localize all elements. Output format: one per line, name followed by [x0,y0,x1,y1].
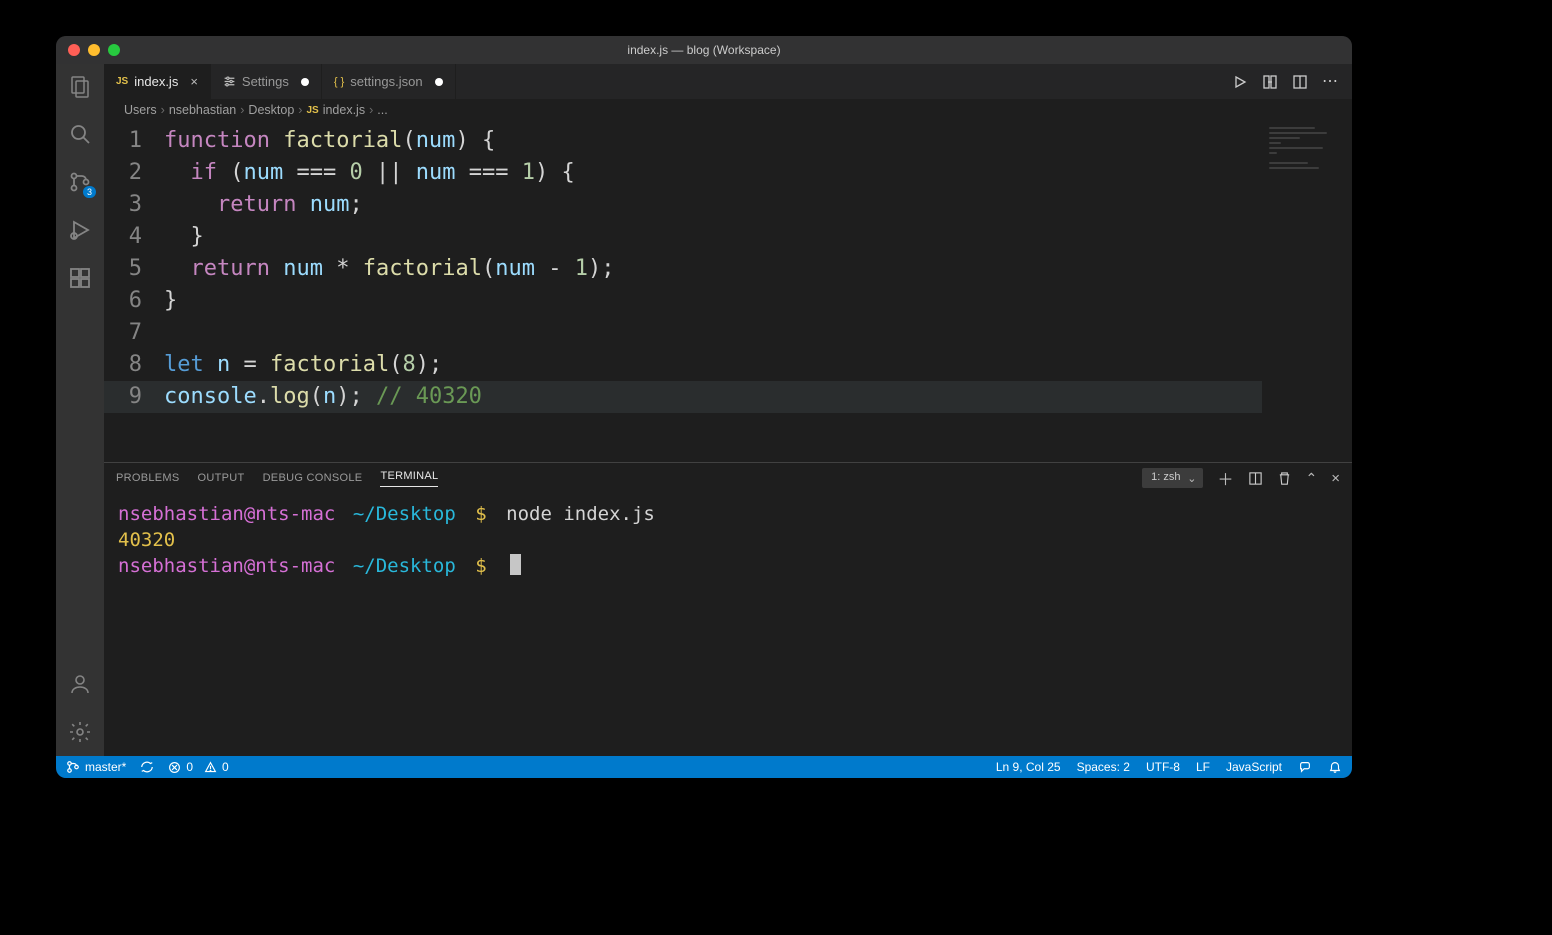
code-line[interactable]: 3 return num; [104,189,1262,221]
code-line[interactable]: 9console.log(n); // 40320 [104,381,1262,413]
split-compare-icon[interactable] [1262,74,1278,90]
scm-badge: 3 [83,186,96,198]
tabs-row: JS index.js × Settings { } settings.json [104,64,1352,99]
status-sync[interactable] [140,760,154,774]
breadcrumb[interactable]: Users › nsebhastian › Desktop › JS index… [104,99,1352,121]
code-line[interactable]: 8let n = factorial(8); [104,349,1262,381]
new-terminal-icon[interactable]: ＋ [1217,466,1233,490]
explorer-icon[interactable] [66,72,94,100]
tab-label: Settings [242,74,289,89]
activity-bar: 3 [56,64,104,756]
tab-dirty-dot [301,78,309,86]
bottom-panel: PROBLEMS OUTPUT DEBUG CONSOLE TERMINAL 1… [104,462,1352,756]
code-line[interactable]: 1function factorial(num) { [104,125,1262,157]
terminal-cursor [510,554,521,575]
tab-label: settings.json [350,74,422,89]
line-number: 6 [104,285,164,317]
line-number: 5 [104,253,164,285]
tab-dirty-dot [435,78,443,86]
status-language[interactable]: JavaScript [1226,760,1282,774]
terminal-selector-label: 1: zsh [1151,471,1180,483]
status-bell-icon[interactable] [1328,760,1342,774]
panel-tabs: PROBLEMS OUTPUT DEBUG CONSOLE TERMINAL 1… [104,463,1352,493]
code-line[interactable]: 4 } [104,221,1262,253]
vscode-window: index.js — blog (Workspace) 3 [56,36,1352,778]
terminal-output: 40320 [118,527,1338,553]
editor[interactable]: 1function factorial(num) {2 if (num === … [104,121,1352,462]
breadcrumb-segment[interactable]: Users [124,103,157,117]
line-number: 7 [104,317,164,349]
run-debug-icon[interactable] [66,216,94,244]
title-bar: index.js — blog (Workspace) [56,36,1352,64]
tab-settings[interactable]: Settings [211,64,322,99]
more-actions-icon[interactable]: ⋯ [1322,76,1338,88]
line-number: 8 [104,349,164,381]
breadcrumb-tail[interactable]: ... [377,103,387,117]
status-feedback-icon[interactable] [1298,760,1312,774]
terminal-line: nsebhastian@nts-mac ~/Desktop $ node ind… [118,501,1338,527]
status-indentation[interactable]: Spaces: 2 [1077,760,1130,774]
breadcrumb-file[interactable]: index.js [323,103,365,117]
terminal-line: nsebhastian@nts-mac ~/Desktop $ [118,553,1338,579]
status-cursor-pos[interactable]: Ln 9, Col 25 [996,760,1061,774]
line-number: 9 [104,381,164,413]
panel-tab-problems[interactable]: PROBLEMS [116,472,180,484]
json-file-icon: { } [334,76,344,88]
code-line[interactable]: 7 [104,317,1262,349]
terminal-body[interactable]: nsebhastian@nts-mac ~/Desktop $ node ind… [104,493,1352,756]
editor-group: JS index.js × Settings { } settings.json [104,64,1352,756]
js-file-icon: JS [306,105,318,116]
chevron-right-icon: › [161,103,165,117]
line-number: 1 [104,125,164,157]
tab-settings-json[interactable]: { } settings.json [322,64,456,99]
status-encoding[interactable]: UTF-8 [1146,760,1180,774]
close-panel-icon[interactable]: × [1331,470,1340,487]
accounts-icon[interactable] [66,670,94,698]
status-eol[interactable]: LF [1196,760,1210,774]
breadcrumb-segment[interactable]: nsebhastian [169,103,236,117]
status-branch[interactable]: master* [66,760,126,774]
status-bar: master* 0 0 Ln 9, Col 25 Spaces: 2 UTF-8… [56,756,1352,778]
maximize-window-button[interactable] [108,44,120,56]
panel-tab-terminal[interactable]: TERMINAL [380,470,438,487]
split-terminal-icon[interactable] [1248,471,1263,486]
extensions-icon[interactable] [66,264,94,292]
tab-label: index.js [134,74,178,89]
source-control-icon[interactable]: 3 [66,168,94,196]
code-line[interactable]: 5 return num * factorial(num - 1); [104,253,1262,285]
editor-actions: ⋯ [1218,64,1352,99]
maximize-panel-icon[interactable]: ⌃ [1306,470,1318,487]
window-controls [56,44,120,56]
chevron-right-icon: › [298,103,302,117]
minimize-window-button[interactable] [88,44,100,56]
code-line[interactable]: 6} [104,285,1262,317]
js-file-icon: JS [116,76,128,87]
split-editor-icon[interactable] [1292,74,1308,90]
close-window-button[interactable] [68,44,80,56]
line-number: 3 [104,189,164,221]
minimap[interactable] [1262,121,1352,462]
kill-terminal-icon[interactable] [1277,471,1292,486]
code-line[interactable]: 2 if (num === 0 || num === 1) { [104,157,1262,189]
run-file-icon[interactable] [1232,74,1248,90]
panel-tab-output[interactable]: OUTPUT [198,472,245,484]
search-icon[interactable] [66,120,94,148]
chevron-right-icon: › [369,103,373,117]
line-number: 2 [104,157,164,189]
settings-gear-icon[interactable] [66,718,94,746]
breadcrumb-segment[interactable]: Desktop [248,103,294,117]
chevron-right-icon: › [240,103,244,117]
settings-tab-icon [223,75,236,88]
tab-index-js[interactable]: JS index.js × [104,64,211,99]
line-number: 4 [104,221,164,253]
panel-tab-debug-console[interactable]: DEBUG CONSOLE [263,472,363,484]
window-title: index.js — blog (Workspace) [56,43,1352,57]
chevron-down-icon: ⌄ [1187,472,1196,485]
status-errors[interactable]: 0 0 [168,760,228,774]
terminal-selector[interactable]: 1: zsh ⌄ [1142,468,1203,488]
tab-close-icon[interactable]: × [190,74,198,89]
